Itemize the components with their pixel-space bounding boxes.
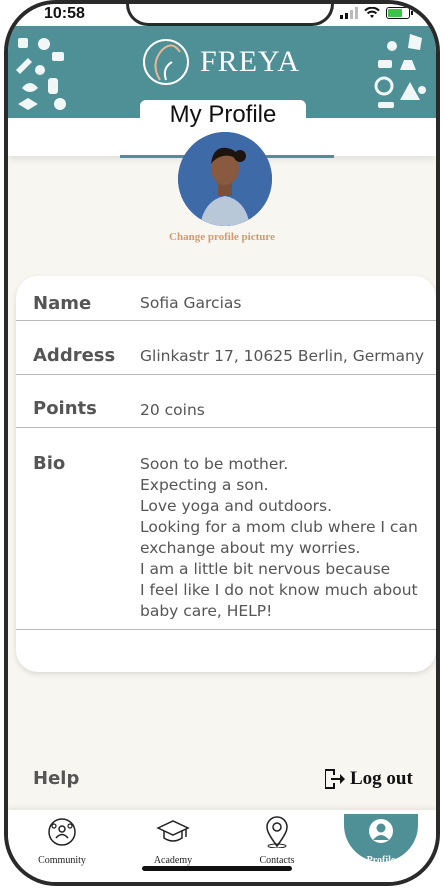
name-value[interactable]: Sofia Garcias xyxy=(140,293,241,314)
profile-icon xyxy=(369,819,393,843)
graduation-cap-icon xyxy=(156,820,190,842)
info-row-address: Address Glinkastr 17, 10625 Berlin, Germ… xyxy=(16,321,436,375)
signal-icon xyxy=(340,7,358,19)
tab-community[interactable]: Community xyxy=(17,816,107,866)
bio-label: Bio xyxy=(33,453,66,474)
name-label: Name xyxy=(33,293,92,314)
profile-info-card: Name Sofia Garcias Address Glinkastr 17,… xyxy=(16,276,436,672)
bottom-tab-bar: Community Academy Contacts Profile xyxy=(8,810,436,882)
help-link[interactable]: Help xyxy=(33,768,79,789)
freya-logo: FREYA xyxy=(140,34,300,90)
tab-contacts[interactable]: Contacts xyxy=(232,816,322,866)
info-row-name: Name Sofia Garcias xyxy=(16,276,436,321)
community-icon xyxy=(48,818,76,846)
logout-icon xyxy=(325,769,345,789)
status-icons xyxy=(340,7,413,19)
change-profile-picture-link[interactable]: Change profile picture xyxy=(8,231,436,243)
tab-community-label: Community xyxy=(38,855,86,866)
battery-icon xyxy=(386,7,413,19)
page-title: My Profile xyxy=(169,101,277,128)
info-row-points: Points 20 coins xyxy=(16,375,436,428)
home-indicator xyxy=(142,866,292,871)
info-row-bio: Bio Soon to be mother. Expecting a son. … xyxy=(16,428,436,630)
location-pin-icon xyxy=(266,816,288,849)
logout-label: Log out xyxy=(350,768,413,789)
baby-toys-doodle-icon xyxy=(16,38,66,110)
tab-academy-label: Academy xyxy=(153,855,193,866)
tab-contacts-label: Contacts xyxy=(259,855,295,866)
page-title-tab: My Profile xyxy=(140,100,306,134)
status-time: 10:58 xyxy=(44,5,85,22)
tab-profile-label: Profile xyxy=(366,855,396,866)
logout-button[interactable]: Log out xyxy=(322,767,413,791)
tab-profile[interactable]: Profile xyxy=(336,816,426,866)
wifi-icon xyxy=(364,7,380,18)
device-notch xyxy=(126,4,334,26)
bio-value[interactable]: Soon to be mother. Expecting a son. Love… xyxy=(140,454,418,622)
tab-academy[interactable]: Academy xyxy=(128,816,218,866)
phone-frame: 10:58 FREYA My Profile Change profile pi… xyxy=(4,0,440,886)
profile-avatar[interactable] xyxy=(178,132,272,226)
brand-name: FREYA xyxy=(200,45,301,78)
address-value[interactable]: Glinkastr 17, 10625 Berlin, Germany xyxy=(140,346,424,367)
address-label: Address xyxy=(33,345,116,366)
profile-photo xyxy=(178,132,272,226)
points-label: Points xyxy=(33,398,97,419)
points-value: 20 coins xyxy=(140,401,205,419)
freya-logo-icon xyxy=(143,39,189,85)
baby-items-doodle-icon xyxy=(374,34,426,108)
